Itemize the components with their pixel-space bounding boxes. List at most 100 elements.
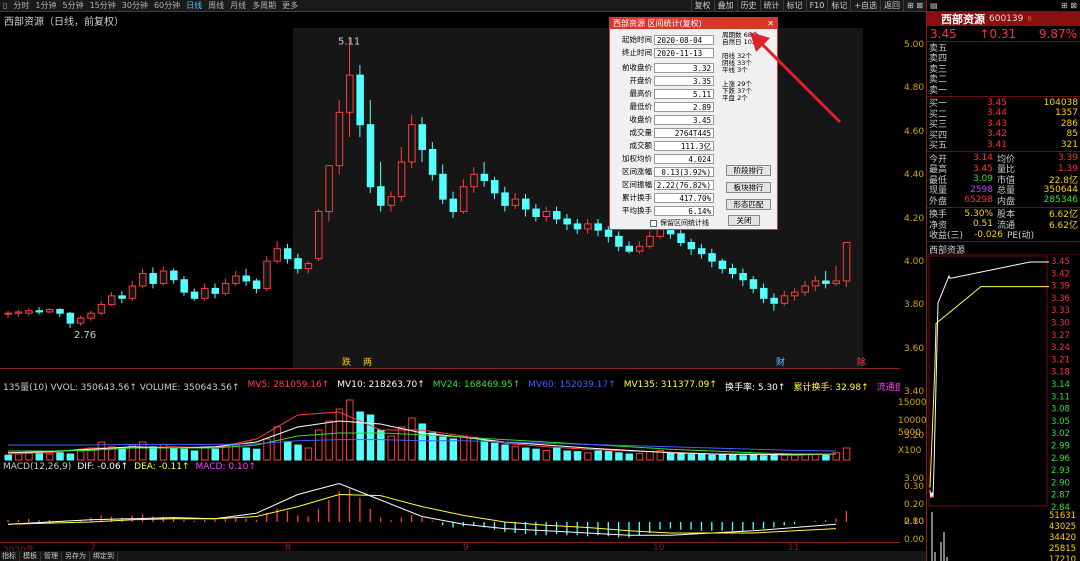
macd-chart[interactable]	[0, 473, 900, 542]
macd-value: MACD: 0.10↑	[196, 462, 256, 473]
candle	[284, 244, 291, 264]
tab-period-60min[interactable]: 60分钟	[151, 0, 183, 12]
volume-tick: 15000	[898, 398, 927, 408]
stat-label: 区间涨幅	[614, 166, 652, 177]
save-as-tab[interactable]: 另存为	[65, 551, 90, 561]
volume-bar	[647, 452, 654, 460]
statistics-button[interactable]: 统计	[760, 0, 783, 12]
candle	[533, 204, 540, 221]
mini-price-tick: 2.90	[1051, 478, 1070, 488]
stock-code: 600139	[989, 14, 1023, 24]
tab-period-30min[interactable]: 30分钟	[119, 0, 151, 12]
start-date-field[interactable]: 2020-08-04	[654, 35, 714, 45]
tab-period-more[interactable]: 更多	[279, 0, 301, 12]
event-marker[interactable]: 两	[363, 357, 372, 368]
candle	[719, 259, 726, 274]
volume-tick: 10000	[898, 416, 927, 426]
candle	[295, 254, 302, 274]
restore-rights-button[interactable]: 复权	[691, 0, 714, 12]
event-marker[interactable]: 除	[857, 356, 866, 368]
candle	[554, 207, 561, 224]
financing-badge: R	[1027, 15, 1032, 23]
f10-button[interactable]: F10	[806, 0, 828, 12]
panel-menu-icon[interactable]: ▤	[930, 1, 938, 10]
candle	[740, 269, 747, 286]
tab-period-monthly[interactable]: 月线	[227, 0, 249, 12]
tab-period-daily[interactable]: 日线	[183, 0, 205, 12]
volume-bar	[46, 454, 53, 460]
overlay-button[interactable]: 叠加	[714, 0, 737, 12]
tab-period-fenshi[interactable]: 分时	[10, 0, 32, 12]
toolbar-menu-icon[interactable]: ▯	[0, 0, 10, 12]
template-tab[interactable]: 模板	[23, 551, 41, 561]
price-tick: 5.00	[904, 40, 924, 50]
volume-bar	[543, 450, 550, 460]
add-favorite-button[interactable]: +自选	[850, 0, 880, 12]
intraday-mini-chart[interactable]: 3.45 3.42 3.39 3.36 3.33 3.30 3.27 3.24 3.21 3.18…	[927, 254, 1080, 561]
price-tick: 4.80	[904, 83, 924, 93]
back-button[interactable]: 返回	[880, 0, 903, 12]
bind-to-tab[interactable]: 绑定到	[93, 551, 118, 561]
candle	[409, 115, 416, 168]
stat-value: 3.32	[654, 63, 714, 73]
candle	[98, 301, 105, 316]
candle	[678, 229, 685, 246]
volume-bar	[284, 442, 291, 460]
candle	[15, 309, 22, 316]
manage-tab[interactable]: 管理	[44, 551, 62, 561]
volume-bar	[181, 449, 188, 460]
candle	[243, 269, 250, 286]
tab-period-multi[interactable]: 多周期	[249, 0, 279, 12]
candle	[564, 214, 571, 230]
volume-bar	[460, 436, 467, 460]
candle	[305, 261, 312, 273]
candle	[378, 162, 385, 212]
dialog-titlebar: 西部资源 区间统计(复权) ✕	[610, 18, 777, 29]
last-price: 3.45	[930, 27, 957, 41]
volume-bar	[595, 451, 602, 460]
candle	[388, 192, 395, 212]
candle	[823, 271, 830, 288]
mini-price-tick: 3.33	[1051, 306, 1070, 316]
stat-row: 平均换手 6.14%	[614, 205, 714, 216]
window-controls[interactable]: ⊞ ⊠	[903, 0, 926, 12]
tab-period-5min[interactable]: 5分钟	[60, 0, 87, 12]
event-marker[interactable]: 跌	[342, 357, 351, 368]
keep-line-checkbox[interactable]	[650, 220, 657, 227]
price-tick: 4.00	[904, 257, 924, 267]
volume-bar	[698, 454, 705, 460]
mark2-button[interactable]: 标记	[827, 0, 850, 12]
volume-bar	[67, 454, 74, 460]
volume-bar	[823, 455, 830, 460]
volume-bar	[119, 449, 126, 460]
close-icon[interactable]: ✕	[767, 19, 774, 28]
pattern-match-button[interactable]: 形态匹配	[726, 199, 771, 210]
end-date-field[interactable]: 2020-11-13	[654, 48, 714, 58]
tab-period-1min[interactable]: 1分钟	[32, 0, 59, 12]
volume-bar	[5, 455, 12, 460]
indicator-tab[interactable]: 指标	[2, 551, 20, 561]
history-button[interactable]: 历史	[737, 0, 760, 12]
stat-row: 收盘价 3.45	[614, 114, 714, 125]
volume-bar	[191, 451, 198, 460]
panel-window-icons[interactable]: ⊞ ⊠	[1061, 1, 1077, 10]
stat-value: 111.3亿	[654, 141, 714, 151]
tab-period-weekly[interactable]: 周线	[205, 0, 227, 12]
quote-stats: 今开 3.14 均价 3.39 最高 3.45 量比 1.39 最低 3.09 市值 22.8亿 …	[927, 153, 1080, 206]
close-button[interactable]: 关闭	[728, 215, 760, 226]
event-marker[interactable]: 财	[776, 356, 785, 368]
dif-value: DIF: -0.06↑	[77, 462, 128, 473]
period-toolbar: ▯ 分时 1分钟 5分钟 15分钟 30分钟 60分钟 日线 周线 月线 多周期…	[0, 0, 926, 12]
tab-period-15min[interactable]: 15分钟	[87, 0, 119, 12]
macd-tick: 0.30	[904, 482, 924, 492]
volume-bar	[253, 449, 260, 460]
candle	[471, 167, 478, 193]
volume-chart[interactable]	[0, 392, 900, 462]
sector-rank-button[interactable]: 板块排行	[726, 182, 771, 193]
stage-rank-button[interactable]: 阶段排行	[726, 165, 771, 176]
mark-button[interactable]: 标记	[783, 0, 806, 12]
volume-bar	[378, 430, 385, 460]
candle	[46, 308, 53, 313]
volume-bar	[77, 451, 84, 460]
candle	[460, 179, 467, 214]
